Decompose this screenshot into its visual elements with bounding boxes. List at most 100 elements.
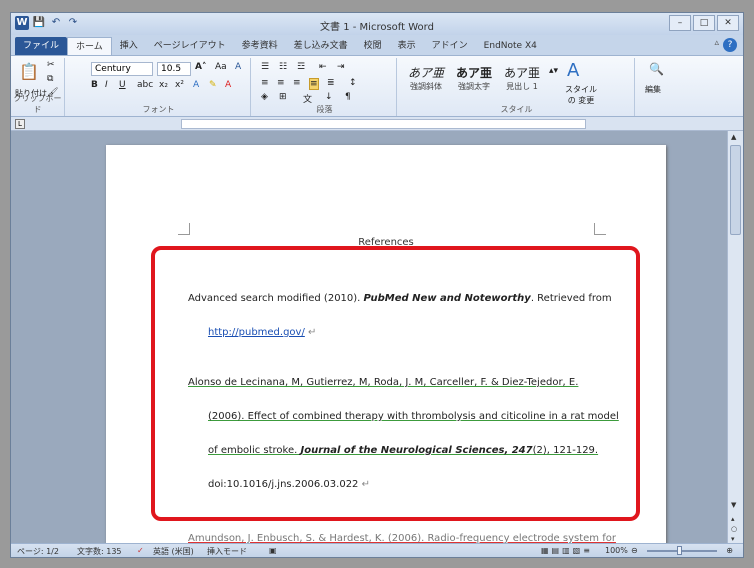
vertical-scrollbar[interactable]: ▲ ▼ ▴ ○ ▾ xyxy=(727,131,743,545)
scroll-up-icon[interactable]: ▲ xyxy=(731,133,736,141)
pubmed-link[interactable]: http://pubmed.gov/ xyxy=(208,327,305,338)
show-marks-icon[interactable]: ¶ xyxy=(345,92,351,102)
browse-object-icon[interactable]: ○ xyxy=(731,525,737,533)
tab-selector-icon[interactable]: L xyxy=(15,119,25,129)
clear-format-icon[interactable]: A xyxy=(235,62,241,72)
justify-icon[interactable]: ≡ xyxy=(309,78,319,90)
language-indicator[interactable]: 英語 (米国) xyxy=(153,546,194,557)
ribbon: 📋 貼り付け ✂ ⧉ 🖌 クリップボード Century 10.5 A˄ Aa … xyxy=(11,55,743,117)
insert-mode[interactable]: 挿入モード xyxy=(207,546,247,557)
bullets-icon[interactable]: ☰ xyxy=(261,62,269,72)
close-button[interactable]: ✕ xyxy=(717,15,739,31)
shrink-font-icon[interactable]: Aa xyxy=(215,62,227,72)
reference-2-line-3: of embolic stroke. Journal of the Neurol… xyxy=(208,445,599,456)
view-buttons[interactable]: ▦▤▥▧≡ xyxy=(541,546,593,555)
scroll-down-icon[interactable]: ▼ xyxy=(731,501,736,509)
align-left-icon[interactable]: ≡ xyxy=(261,78,269,88)
style-heading-1[interactable]: あア亜 見出し 1 xyxy=(499,64,545,100)
proofing-icon[interactable]: ✓ xyxy=(137,546,144,555)
strikethrough-button[interactable]: abc xyxy=(137,80,153,90)
superscript-button[interactable]: x² xyxy=(175,80,184,90)
macro-record-icon[interactable]: ▣ xyxy=(269,546,277,555)
font-size-combo[interactable]: 10.5 xyxy=(157,62,191,76)
grow-font-icon[interactable]: A˄ xyxy=(195,62,206,72)
prev-page-icon[interactable]: ▴ xyxy=(731,515,735,523)
minimize-button[interactable]: – xyxy=(669,15,691,31)
find-icon[interactable]: 🔍 xyxy=(649,62,664,76)
zoom-in-icon[interactable]: ⊕ xyxy=(726,546,733,555)
reference-2-line-4: doi:10.1016/j.jns.2006.03.022 ↵ xyxy=(208,479,370,490)
style-name: 強調斜体 xyxy=(410,82,442,91)
references-heading: References xyxy=(358,237,414,248)
italic-button[interactable]: I xyxy=(105,80,108,90)
margin-mark-top-right xyxy=(594,223,606,235)
increase-indent-icon[interactable]: ⇥ xyxy=(337,62,345,72)
zoom-slider-knob[interactable] xyxy=(677,546,682,555)
ruler-text-area[interactable] xyxy=(181,119,586,129)
zoom-slider[interactable] xyxy=(647,546,717,555)
word-window: W 💾 ↶ ↷ 文書 1 - Microsoft Word – □ ✕ ファイル… xyxy=(10,12,744,558)
align-right-icon[interactable]: ≡ xyxy=(293,78,301,88)
document-page[interactable]: References Advanced search modified (201… xyxy=(106,145,666,545)
align-center-icon[interactable]: ≡ xyxy=(277,78,285,88)
reference-1-line-1: Advanced search modified (2010). PubMed … xyxy=(188,293,612,304)
font-name-combo[interactable]: Century xyxy=(91,62,153,76)
numbering-icon[interactable]: ☷ xyxy=(279,62,287,72)
tab-addins[interactable]: アドイン xyxy=(424,37,476,55)
page-count[interactable]: ページ: 1/2 xyxy=(17,546,59,557)
tab-review[interactable]: 校閲 xyxy=(356,37,390,55)
paste-icon[interactable]: 📋 xyxy=(19,62,39,81)
reference-2-line-1: Alonso de Lecinana, M, Gutierrez, M, Rod… xyxy=(188,377,579,388)
style-name: 強調太字 xyxy=(458,82,490,91)
horizontal-ruler[interactable]: L xyxy=(11,117,743,131)
tab-references[interactable]: 参考資料 xyxy=(234,37,286,55)
font-label: フォント xyxy=(142,105,175,114)
change-styles-icon[interactable]: A xyxy=(567,60,579,81)
tab-view[interactable]: 表示 xyxy=(390,37,424,55)
tab-mailings[interactable]: 差し込み文書 xyxy=(286,37,356,55)
change-styles-button[interactable]: スタイルの 変更 xyxy=(563,84,599,106)
distribute-icon[interactable]: ≣ xyxy=(327,78,335,88)
sort-icon[interactable]: ↓ xyxy=(325,92,333,102)
word-count[interactable]: 文字数: 135 xyxy=(77,546,122,557)
help-icon[interactable]: ? xyxy=(723,38,737,52)
style-emphasis-bold[interactable]: あア亜 強調太字 xyxy=(451,64,497,100)
cut-icon[interactable]: ✂ xyxy=(47,60,55,70)
scroll-thumb[interactable] xyxy=(730,145,741,235)
ribbon-tabs: ファイル ホーム 挿入 ページレイアウト 参考資料 差し込み文書 校閲 表示 ア… xyxy=(11,35,743,55)
underline-button[interactable]: U xyxy=(119,80,126,90)
tab-page-layout[interactable]: ページレイアウト xyxy=(146,37,234,55)
highlight-icon[interactable]: ✎ xyxy=(209,80,217,90)
style-name: 見出し 1 xyxy=(506,82,538,91)
editing-button[interactable]: 編集 xyxy=(645,84,661,95)
tab-endnote[interactable]: EndNote X4 xyxy=(476,37,545,55)
borders-icon[interactable]: ⊞ xyxy=(279,92,287,102)
zoom-level[interactable]: 100% xyxy=(605,546,628,555)
tab-home[interactable]: ホーム xyxy=(67,37,112,55)
subscript-button[interactable]: x₂ xyxy=(159,80,168,90)
shading-icon[interactable]: ◈ xyxy=(261,92,268,102)
bold-button[interactable]: B xyxy=(91,80,98,90)
text-effects-icon[interactable]: A xyxy=(193,80,199,90)
copy-icon[interactable]: ⧉ xyxy=(47,74,53,84)
tab-file[interactable]: ファイル xyxy=(15,37,68,55)
maximize-button[interactable]: □ xyxy=(693,15,715,31)
style-emphasis-italic[interactable]: あア亜 強調斜体 xyxy=(403,64,449,100)
zoom-out-icon[interactable]: ⊖ xyxy=(631,546,638,555)
line-spacing-icon[interactable]: ↕ xyxy=(349,78,357,88)
ribbon-minimize-icon[interactable]: ▵ xyxy=(714,38,719,48)
decrease-indent-icon[interactable]: ⇤ xyxy=(319,62,327,72)
window-title: 文書 1 - Microsoft Word xyxy=(320,22,434,33)
styles-scroll-icon[interactable]: ▴▾ xyxy=(549,66,558,76)
title-bar: W 💾 ↶ ↷ 文書 1 - Microsoft Word – □ ✕ xyxy=(11,13,743,35)
status-bar: ページ: 1/2 文字数: 135 ✓ 英語 (米国) 挿入モード ▣ ▦▤▥▧… xyxy=(11,543,743,557)
multilevel-list-icon[interactable]: ☲ xyxy=(297,62,305,72)
editing-group: 🔍 編集 xyxy=(637,58,677,116)
tab-insert[interactable]: 挿入 xyxy=(112,37,146,55)
styles-group: あア亜 強調斜体 あア亜 強調太字 あア亜 見出し 1 ▴▾ A スタイルの 変… xyxy=(399,58,635,116)
font-group: Century 10.5 A˄ Aa A B I U abc x₂ x² A ✎… xyxy=(67,58,251,116)
style-preview: あア亜 xyxy=(407,66,444,80)
clipboard-label: クリップボード xyxy=(13,94,62,114)
font-color-icon[interactable]: A xyxy=(225,80,231,90)
next-page-icon[interactable]: ▾ xyxy=(731,535,735,543)
